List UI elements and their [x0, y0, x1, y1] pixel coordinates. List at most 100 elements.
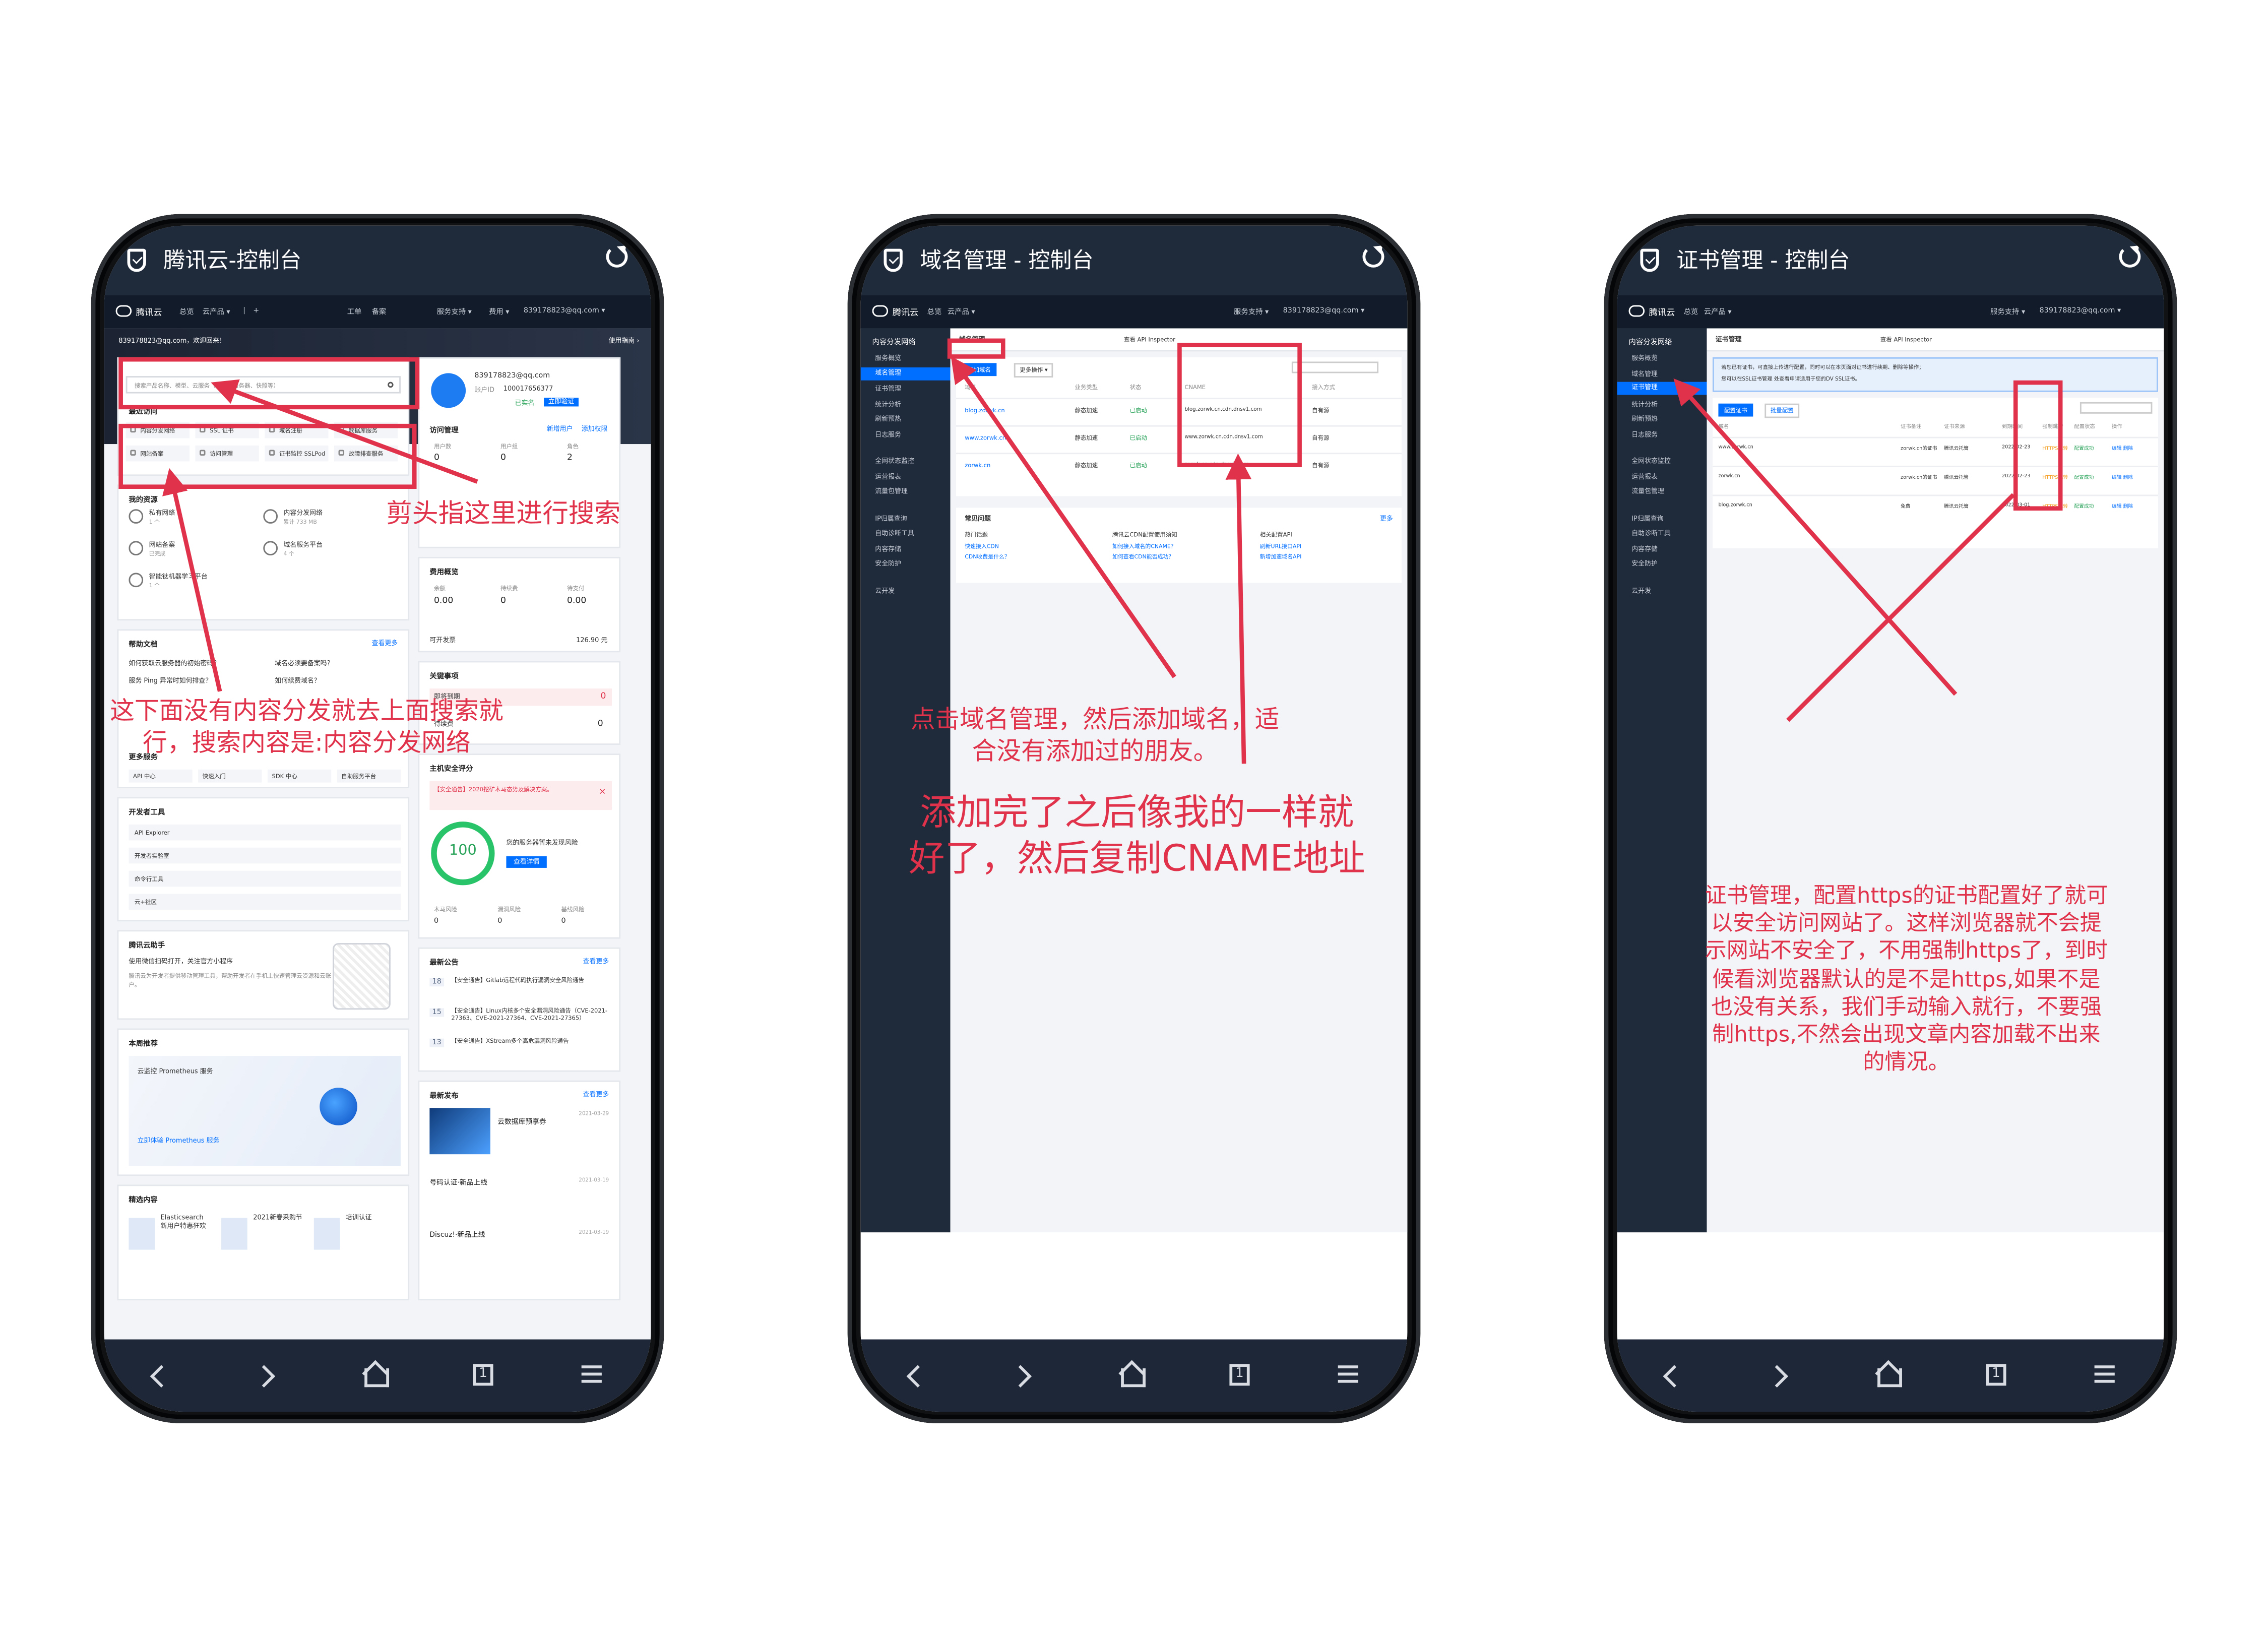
- nav-support[interactable]: 服务支持 ▾: [437, 306, 472, 317]
- dev-tool-item[interactable]: 云+社区: [129, 894, 401, 910]
- service-item[interactable]: 快速入门: [198, 769, 262, 783]
- sidebar-item[interactable]: 日志服务: [1631, 430, 1658, 439]
- forward-icon[interactable]: [1760, 1357, 1798, 1395]
- sidebar-item[interactable]: 域名管理: [1631, 369, 1658, 378]
- sidebar-item[interactable]: 服务概览: [875, 354, 901, 363]
- access-stat-value[interactable]: 2: [567, 453, 573, 463]
- release-item[interactable]: 号码认证·新品上线: [429, 1177, 487, 1187]
- release-item[interactable]: Discuz!·新品上线: [429, 1229, 485, 1239]
- table-search-input[interactable]: [2080, 402, 2153, 414]
- api-inspector-tab[interactable]: 查看 API Inspector: [1880, 336, 1932, 344]
- prometheus-link[interactable]: 立即体验 Prometheus 服务: [138, 1137, 220, 1146]
- nav-overview[interactable]: 总览: [179, 306, 194, 317]
- home-icon[interactable]: [356, 1357, 394, 1395]
- reload-icon[interactable]: [2119, 245, 2141, 268]
- column-header[interactable]: 域名: [965, 384, 976, 392]
- nav-billing[interactable]: 费用 ▾: [489, 306, 509, 317]
- back-icon[interactable]: [895, 1357, 933, 1395]
- tencent-cloud-logo[interactable]: 腾讯云: [116, 305, 162, 318]
- column-header[interactable]: 证书来源: [1944, 424, 1965, 431]
- security-alert[interactable]: 【安全通告】2020挖矿木马态势及解决方案。: [434, 785, 593, 794]
- notice-item[interactable]: 【安全通告】Gitlab远程代码执行漏洞安全风险通告: [451, 976, 613, 984]
- faq-link[interactable]: 快速接入CDN: [965, 542, 999, 551]
- sidebar-item[interactable]: 运营报表: [875, 472, 901, 481]
- menu-icon[interactable]: [1329, 1357, 1367, 1395]
- faq-link[interactable]: 新增加速域名API: [1260, 552, 1302, 561]
- tencent-cloud-logo[interactable]: 腾讯云: [872, 305, 919, 318]
- batch-config-button[interactable]: 批量配置: [1765, 403, 1800, 418]
- nav-products[interactable]: 云产品 ▾: [1704, 306, 1732, 317]
- help-item-1[interactable]: 如何获取云服务器的初始密码？: [129, 660, 220, 668]
- domain-link[interactable]: www.zorwk.cn: [965, 434, 1006, 441]
- sidebar-item[interactable]: IP归属查询: [875, 514, 907, 523]
- notice-item[interactable]: 【安全通告】XStream多个高危漏洞风险通告: [451, 1037, 613, 1045]
- more-ops-dropdown[interactable]: 更多操作 ▾: [1014, 363, 1054, 378]
- sidebar-item[interactable]: 自助诊断工具: [1631, 529, 1670, 538]
- config-cert-button[interactable]: 配置证书: [1718, 403, 1753, 417]
- sidebar-item[interactable]: 刷新预热: [1631, 415, 1658, 424]
- table-search-input[interactable]: [1291, 361, 1379, 373]
- sidebar-item[interactable]: 安全防护: [1631, 560, 1658, 569]
- sidebar-item[interactable]: 全网状态监控: [875, 457, 914, 466]
- service-item[interactable]: SDK 中心: [267, 769, 332, 783]
- sidebar-item[interactable]: 统计分析: [875, 400, 901, 408]
- help-item-2[interactable]: 域名必须要备案吗？: [275, 660, 333, 668]
- prometheus-banner[interactable]: 云监控 Prometheus 服务 立即体验 Prometheus 服务: [129, 1056, 401, 1166]
- tencent-cloud-logo[interactable]: 腾讯云: [1629, 305, 1675, 318]
- column-header[interactable]: 业务类型: [1075, 384, 1098, 392]
- column-header[interactable]: 域名: [1718, 424, 1729, 431]
- close-icon[interactable]: ×: [599, 787, 606, 797]
- sidebar-item[interactable]: 服务概览: [1631, 354, 1658, 363]
- sidebar-item[interactable]: 全网状态监控: [1631, 457, 1670, 466]
- release-more-link[interactable]: 查看更多: [583, 1091, 609, 1099]
- column-header[interactable]: 证书备注: [1901, 424, 1921, 431]
- sidebar-item[interactable]: IP归属查询: [1631, 514, 1663, 523]
- faq-link[interactable]: 如何查看CDN能否成功？: [1112, 552, 1174, 561]
- featured-item[interactable]: 培训认证: [346, 1215, 395, 1224]
- nav-support[interactable]: 服务支持 ▾: [1990, 306, 2025, 317]
- nav-add[interactable]: +: [253, 306, 259, 315]
- column-header[interactable]: 状态: [1129, 384, 1141, 392]
- sidebar-item[interactable]: 证书管理: [1617, 382, 1707, 395]
- add-user-link[interactable]: 新增用户: [547, 425, 573, 434]
- cert-ops[interactable]: 编辑 删除: [2112, 444, 2133, 451]
- sidebar-item[interactable]: 云开发: [875, 587, 895, 595]
- sidebar-item[interactable]: 刷新预热: [875, 415, 901, 424]
- sidebar-item[interactable]: 自助诊断工具: [875, 529, 914, 538]
- menu-icon[interactable]: [573, 1357, 610, 1395]
- dev-tool-item[interactable]: 命令行工具: [129, 870, 401, 887]
- sidebar-item[interactable]: 域名管理: [860, 366, 951, 380]
- home-icon[interactable]: [1869, 1357, 1907, 1395]
- featured-item[interactable]: Elasticsearch 新用户特惠狂欢: [161, 1215, 210, 1232]
- notice-more-link[interactable]: 查看更多: [583, 958, 609, 966]
- forward-icon[interactable]: [1004, 1357, 1042, 1395]
- sidebar-item[interactable]: 内容存储: [1631, 545, 1658, 553]
- reload-icon[interactable]: [606, 245, 628, 268]
- back-icon[interactable]: [139, 1357, 177, 1395]
- sidebar-item[interactable]: 证书管理: [875, 385, 901, 393]
- menu-icon[interactable]: [2086, 1357, 2123, 1395]
- notice-item[interactable]: 【安全通告】Linux内核多个安全漏洞风险通告（CVE-2021-27363、C…: [451, 1006, 613, 1022]
- forward-icon[interactable]: [247, 1357, 285, 1395]
- release-item[interactable]: 云数据库预享券: [497, 1117, 546, 1126]
- home-icon[interactable]: [1112, 1357, 1150, 1395]
- cost-stat-value[interactable]: 0: [500, 596, 506, 606]
- featured-item[interactable]: 2021新春采购节: [253, 1215, 302, 1224]
- help-more-link[interactable]: 查看更多: [372, 639, 398, 648]
- faq-link[interactable]: CDN收费是什么？: [965, 552, 1010, 561]
- nav-ticket[interactable]: 工单: [347, 306, 362, 317]
- back-icon[interactable]: [1652, 1357, 1689, 1395]
- api-inspector-tab[interactable]: 查看 API Inspector: [1124, 336, 1175, 344]
- nav-support[interactable]: 服务支持 ▾: [1234, 306, 1269, 317]
- sidebar-item[interactable]: 云开发: [1631, 587, 1651, 595]
- access-stat-value[interactable]: 0: [434, 453, 439, 463]
- nav-account[interactable]: 839178823@qq.com ▾: [524, 306, 605, 315]
- tabs-icon[interactable]: 1: [1221, 1357, 1258, 1395]
- nav-overview[interactable]: 总览: [927, 306, 942, 317]
- sidebar-item[interactable]: 内容存储: [875, 545, 901, 553]
- cert-ops[interactable]: 编辑 删除: [2112, 473, 2133, 480]
- reload-icon[interactable]: [1362, 245, 1384, 268]
- cost-stat-value[interactable]: 0.00: [434, 596, 453, 606]
- domain-link[interactable]: zorwk.cn: [965, 461, 990, 468]
- sidebar-item[interactable]: 统计分析: [1631, 400, 1658, 408]
